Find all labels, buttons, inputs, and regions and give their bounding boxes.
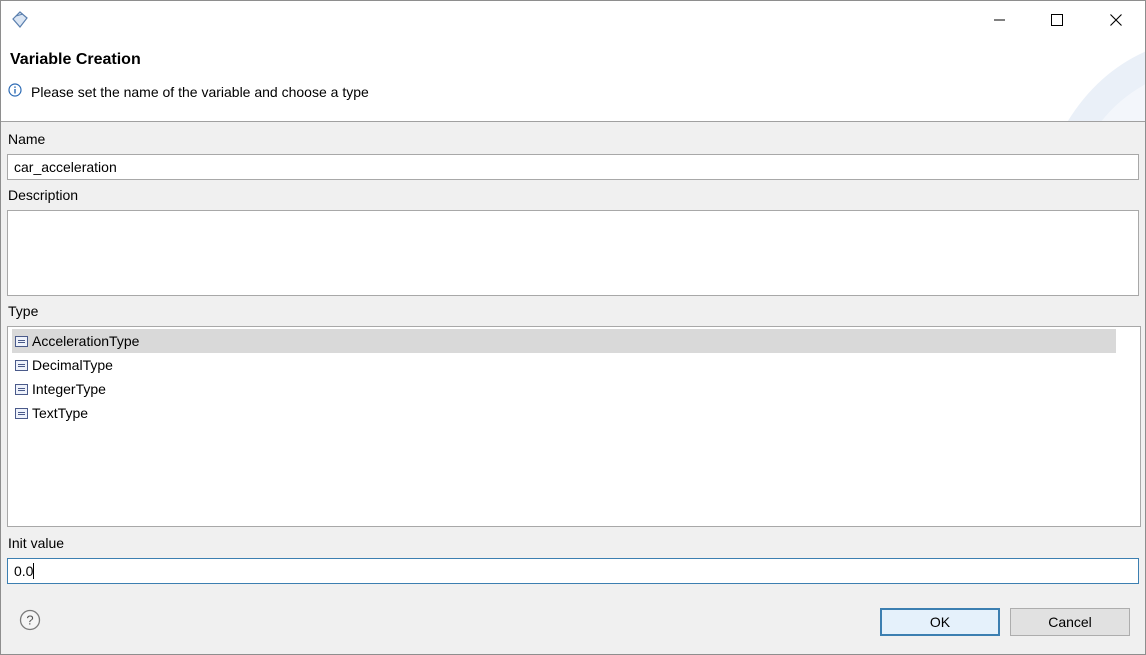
- close-icon: [1110, 14, 1122, 26]
- maximize-button[interactable]: [1028, 1, 1086, 39]
- info-icon: [8, 83, 22, 97]
- type-item-integer[interactable]: IntegerType: [12, 377, 1116, 401]
- type-item-label: TextType: [32, 405, 89, 421]
- text-caret: [33, 563, 35, 579]
- type-item-decimal[interactable]: DecimalType: [12, 353, 1116, 377]
- type-icon: [15, 407, 28, 419]
- dialog-message: Please set the name of the variable and …: [31, 84, 369, 100]
- ok-button[interactable]: OK: [880, 608, 1000, 636]
- svg-text:?: ?: [26, 613, 33, 628]
- minimize-button[interactable]: [971, 1, 1029, 39]
- type-icon: [15, 383, 28, 395]
- minimize-icon: [994, 19, 1005, 21]
- type-icon: [15, 359, 28, 371]
- type-icon: [15, 335, 28, 347]
- type-item-acceleration[interactable]: AccelerationType: [12, 329, 1116, 353]
- name-field[interactable]: car_acceleration: [7, 154, 1139, 180]
- name-label: Name: [8, 131, 46, 147]
- type-item-label: AccelerationType: [32, 333, 140, 349]
- close-button[interactable]: [1087, 1, 1145, 39]
- name-value: car_acceleration: [14, 159, 117, 175]
- header-banner: Variable Creation Please set the name of…: [1, 39, 1145, 122]
- init-value-label: Init value: [8, 535, 65, 551]
- cancel-button[interactable]: Cancel: [1010, 608, 1130, 636]
- maximize-icon: [1051, 14, 1063, 26]
- type-item-label: DecimalType: [32, 357, 113, 373]
- dialog-title: Variable Creation: [10, 51, 141, 68]
- type-item-text[interactable]: TextType: [12, 401, 1116, 425]
- title-bar: [1, 1, 1145, 39]
- description-label: Description: [8, 187, 79, 203]
- description-field[interactable]: [7, 210, 1139, 296]
- help-icon[interactable]: ?: [19, 609, 41, 631]
- type-label: Type: [8, 303, 39, 319]
- init-value-field[interactable]: 0.0: [7, 558, 1139, 584]
- type-list[interactable]: AccelerationType DecimalType IntegerType…: [7, 326, 1141, 527]
- init-value: 0.0: [14, 563, 35, 579]
- diamond-app-icon: [12, 11, 28, 28]
- banner-decoration: [1068, 51, 1145, 121]
- type-item-label: IntegerType: [32, 381, 106, 397]
- dialog-window: Variable Creation Please set the name of…: [0, 0, 1146, 655]
